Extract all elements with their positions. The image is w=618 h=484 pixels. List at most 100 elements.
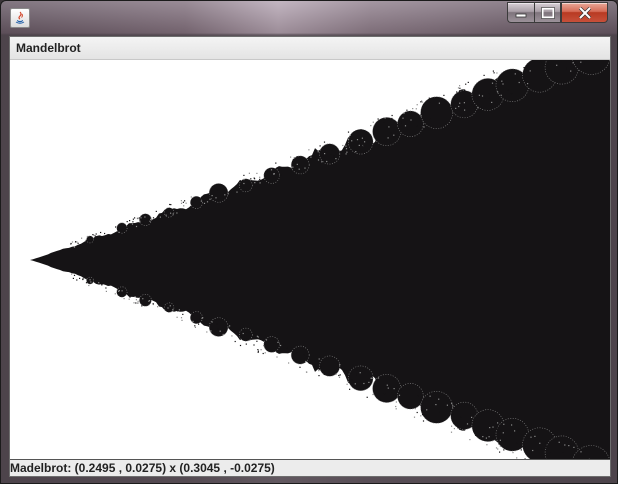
fractal-speckle <box>463 102 465 104</box>
fractal-speckle <box>306 371 308 373</box>
fractal-speckle <box>345 145 347 147</box>
title-panel: Mandelbrot <box>10 37 610 60</box>
fractal-speckle <box>520 449 522 451</box>
fractal-speckle <box>393 134 395 136</box>
fractal-speckle <box>92 234 94 236</box>
fractal-speckle <box>164 306 166 308</box>
fractal-speckle <box>404 125 407 127</box>
fractal-speckle <box>211 329 213 331</box>
fractal-speckle <box>318 358 320 360</box>
fractal-speckle <box>333 155 335 157</box>
fractal-speckle <box>491 101 493 103</box>
fractal-speckle <box>349 134 351 136</box>
fractal-speckle <box>422 420 425 422</box>
fractal-bulb <box>263 336 280 353</box>
fractal-speckle <box>420 115 422 117</box>
fractal-speckle <box>191 312 193 314</box>
fractal-bulb <box>372 117 402 146</box>
window-titlebar[interactable] <box>1 1 617 34</box>
fractal-speckle <box>423 126 425 128</box>
fractal-speckle <box>428 97 430 99</box>
fractal-speckle <box>256 172 258 174</box>
fractal-speckle <box>549 452 551 454</box>
fractal-speckle <box>152 217 155 219</box>
fractal-speckle <box>346 383 348 385</box>
fractal-speckle <box>236 191 238 193</box>
fractal-bulb <box>319 143 341 165</box>
mandelbrot-image <box>30 60 610 460</box>
fractal-speckle <box>346 151 348 153</box>
maximize-button[interactable] <box>534 2 561 23</box>
fractal-speckle <box>570 70 572 72</box>
fractal-speckle <box>491 82 494 84</box>
fractal-speckle <box>136 296 138 298</box>
java-icon[interactable] <box>10 8 30 28</box>
fractal-speckle <box>410 119 412 121</box>
fractal-speckle <box>253 344 255 346</box>
fractal-speckle <box>139 220 141 222</box>
fractal-speckle <box>485 437 487 439</box>
fractal-speckle <box>259 182 261 184</box>
fractal-speckle <box>518 428 520 430</box>
fractal-speckle <box>206 201 209 203</box>
fractal-speckle <box>117 228 119 230</box>
fractal-speckle <box>317 151 319 153</box>
fractal-speckle <box>422 414 424 416</box>
fractal-speckle <box>556 64 558 66</box>
fractal-speckle <box>503 449 505 451</box>
fractal-speckle <box>149 220 151 222</box>
fractal-speckle <box>245 343 247 345</box>
fractal-speckle <box>393 136 395 138</box>
fractal-bulb <box>397 383 424 410</box>
fractal-speckle <box>457 427 459 429</box>
fractal-speckle <box>539 61 542 63</box>
fractal-speckle <box>476 100 478 102</box>
fractal-speckle <box>126 221 128 223</box>
fractal-speckle <box>412 108 414 110</box>
fractal-bulb <box>208 317 229 337</box>
fractal-bulb <box>86 276 94 285</box>
fractal-speckle <box>471 104 473 106</box>
fractal-speckle <box>529 70 531 72</box>
fractal-speckle <box>178 309 180 311</box>
fractal-speckle <box>217 328 219 330</box>
fractal-speckle <box>169 203 171 206</box>
fractal-speckle <box>573 446 575 448</box>
fractal-speckle <box>257 349 259 351</box>
fractal-speckle <box>79 277 81 279</box>
fractal-speckle <box>458 105 460 108</box>
fractal-speckle <box>545 442 547 444</box>
fractal-speckle <box>495 447 498 449</box>
fractal-speckle <box>438 398 440 400</box>
fractal-speckle <box>262 352 264 355</box>
fractal-speckle <box>280 344 282 347</box>
fractal-speckle <box>366 385 368 387</box>
close-button[interactable] <box>561 2 608 23</box>
fractal-speckle <box>202 317 204 319</box>
fractal-speckle <box>270 169 273 171</box>
fractal-speckle <box>524 446 526 448</box>
fractal-speckle <box>142 216 144 218</box>
fractal-speckle <box>276 356 278 358</box>
fractal-speckle <box>493 72 495 74</box>
fractal-speckle <box>73 246 76 248</box>
fractal-speckle <box>492 426 494 428</box>
fractal-speckle <box>194 325 196 327</box>
fractal-speckle <box>170 212 172 214</box>
fractal-speckle <box>95 233 97 235</box>
fractal-speckle <box>280 174 282 176</box>
fractal-speckle <box>398 394 401 396</box>
fractal-speckle <box>379 398 381 400</box>
fractal-speckle <box>150 219 153 221</box>
fractal-speckle <box>459 85 461 87</box>
fractal-speckle <box>580 61 582 63</box>
fractal-speckle <box>433 97 436 100</box>
fractal-speckle <box>114 293 116 295</box>
fractal-speckle <box>450 431 453 433</box>
minimize-button[interactable] <box>507 2 534 23</box>
fractal-speckle <box>438 102 440 104</box>
fractal-canvas[interactable] <box>10 60 610 460</box>
fractal-speckle <box>510 93 513 95</box>
fractal-speckle <box>135 299 137 301</box>
fractal-speckle <box>384 117 386 119</box>
